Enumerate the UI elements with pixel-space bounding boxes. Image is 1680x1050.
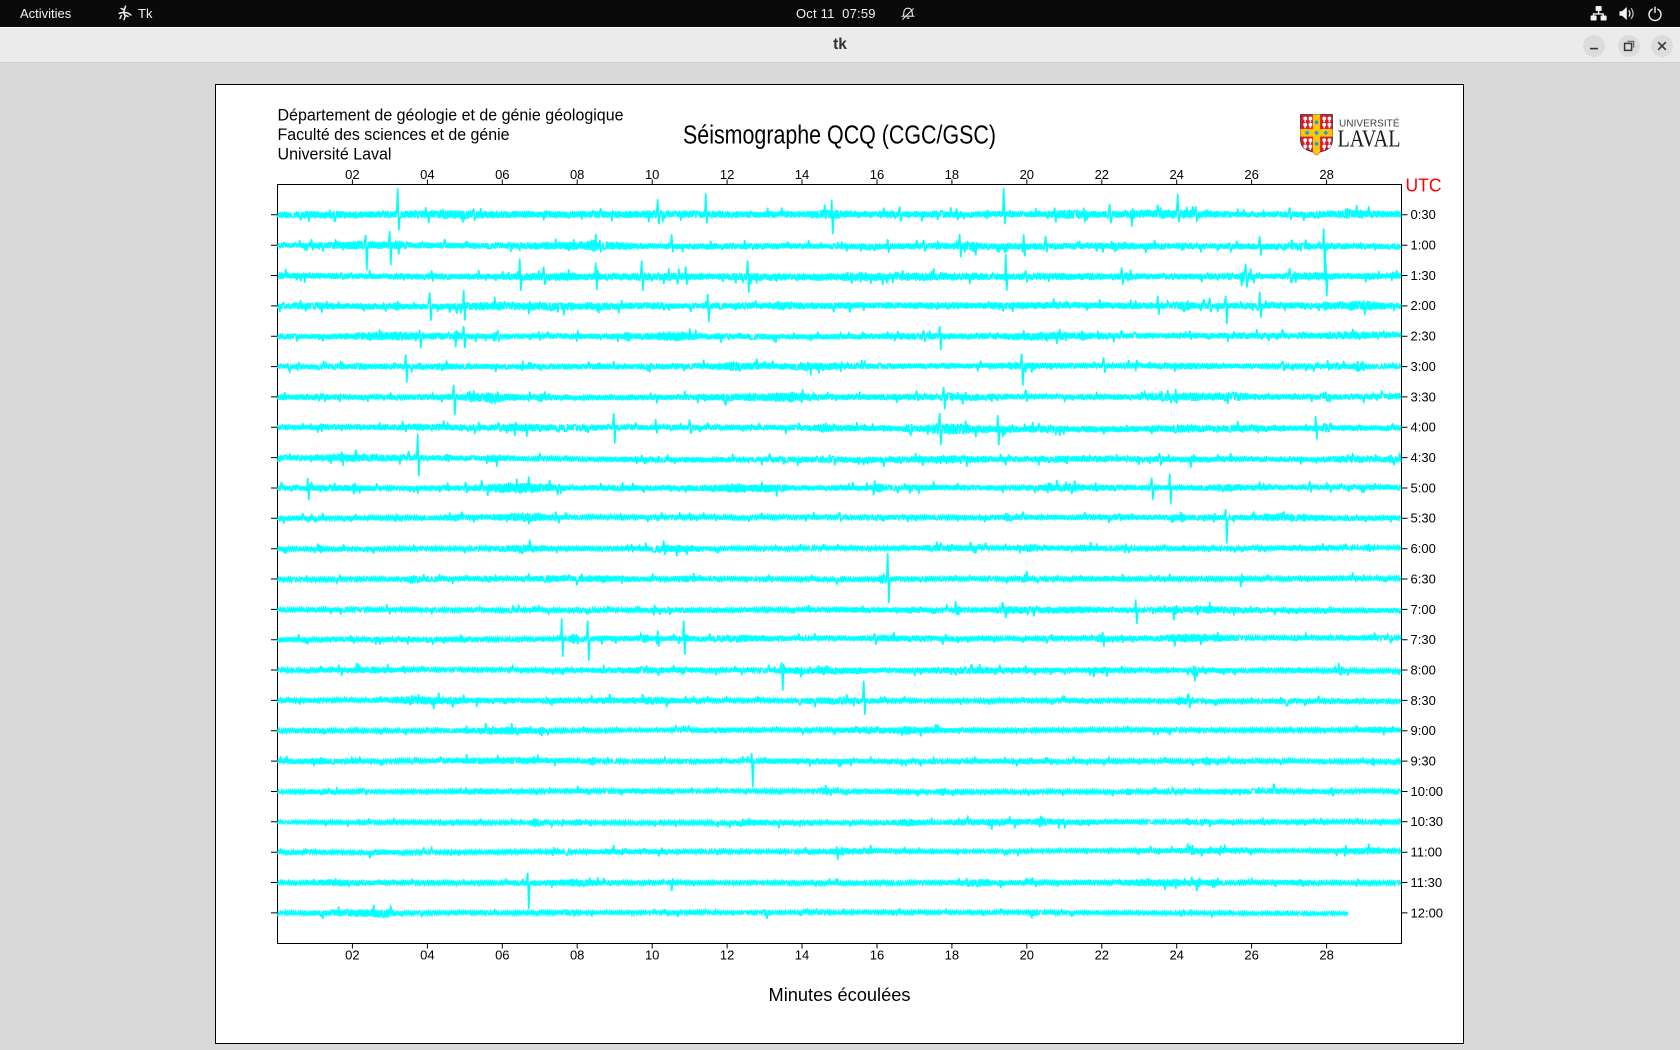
svg-text:26: 26 xyxy=(1244,948,1258,963)
svg-text:3:30: 3:30 xyxy=(1411,389,1436,404)
svg-text:04: 04 xyxy=(420,948,434,963)
svg-text:28: 28 xyxy=(1319,167,1333,182)
svg-text:16: 16 xyxy=(870,948,884,963)
svg-text:18: 18 xyxy=(945,948,959,963)
svg-text:6:00: 6:00 xyxy=(1411,541,1436,556)
svg-text:5:00: 5:00 xyxy=(1411,480,1436,495)
svg-text:14: 14 xyxy=(795,948,809,963)
svg-text:12:00: 12:00 xyxy=(1411,905,1444,920)
svg-text:02: 02 xyxy=(345,948,359,963)
svg-text:10:30: 10:30 xyxy=(1411,814,1444,829)
svg-text:10: 10 xyxy=(645,948,659,963)
svg-text:24: 24 xyxy=(1169,167,1183,182)
svg-text:14: 14 xyxy=(795,167,809,182)
svg-text:22: 22 xyxy=(1095,167,1109,182)
svg-text:12: 12 xyxy=(720,948,734,963)
svg-text:Minutes écoulées: Minutes écoulées xyxy=(769,985,911,1005)
svg-text:7:30: 7:30 xyxy=(1411,632,1436,647)
svg-text:11:30: 11:30 xyxy=(1411,875,1443,890)
svg-text:26: 26 xyxy=(1244,167,1258,182)
svg-text:20: 20 xyxy=(1020,167,1034,182)
svg-text:4:30: 4:30 xyxy=(1411,450,1436,465)
svg-text:Faculté des sciences et de gén: Faculté des sciences et de génie xyxy=(278,126,510,144)
svg-text:06: 06 xyxy=(495,948,509,963)
svg-text:7:00: 7:00 xyxy=(1411,602,1436,617)
svg-text:6:30: 6:30 xyxy=(1411,571,1436,586)
svg-text:12: 12 xyxy=(720,167,734,182)
svg-text:Département de géologie et de: Département de géologie et de génie géol… xyxy=(278,107,624,125)
svg-text:08: 08 xyxy=(570,948,584,963)
svg-text:4:00: 4:00 xyxy=(1411,420,1436,435)
svg-text:22: 22 xyxy=(1095,948,1109,963)
svg-text:1:30: 1:30 xyxy=(1411,268,1436,283)
svg-text:11:00: 11:00 xyxy=(1411,845,1443,860)
svg-text:3:00: 3:00 xyxy=(1411,359,1436,374)
svg-text:16: 16 xyxy=(870,167,884,182)
svg-text:06: 06 xyxy=(495,167,509,182)
svg-text:8:30: 8:30 xyxy=(1411,693,1436,708)
svg-text:UTC: UTC xyxy=(1406,176,1442,196)
svg-text:1:00: 1:00 xyxy=(1411,238,1436,253)
svg-text:08: 08 xyxy=(570,167,584,182)
svg-text:Université Laval: Université Laval xyxy=(278,146,392,164)
svg-text:5:30: 5:30 xyxy=(1411,511,1436,526)
svg-text:LAVAL: LAVAL xyxy=(1338,126,1401,153)
svg-text:10: 10 xyxy=(645,167,659,182)
svg-text:8:00: 8:00 xyxy=(1411,662,1436,677)
svg-text:Séismographe QCQ (CGC/GSC): Séismographe QCQ (CGC/GSC) xyxy=(683,122,996,150)
svg-text:24: 24 xyxy=(1169,948,1183,963)
svg-text:0:30: 0:30 xyxy=(1411,207,1436,222)
svg-text:10:00: 10:00 xyxy=(1411,784,1444,799)
svg-text:2:30: 2:30 xyxy=(1411,329,1436,344)
svg-text:02: 02 xyxy=(345,167,359,182)
svg-text:2:00: 2:00 xyxy=(1411,298,1436,313)
svg-text:28: 28 xyxy=(1319,948,1333,963)
svg-text:04: 04 xyxy=(420,167,434,182)
svg-text:9:30: 9:30 xyxy=(1411,754,1436,769)
svg-text:20: 20 xyxy=(1020,948,1034,963)
svg-text:18: 18 xyxy=(945,167,959,182)
svg-text:9:00: 9:00 xyxy=(1411,723,1436,738)
